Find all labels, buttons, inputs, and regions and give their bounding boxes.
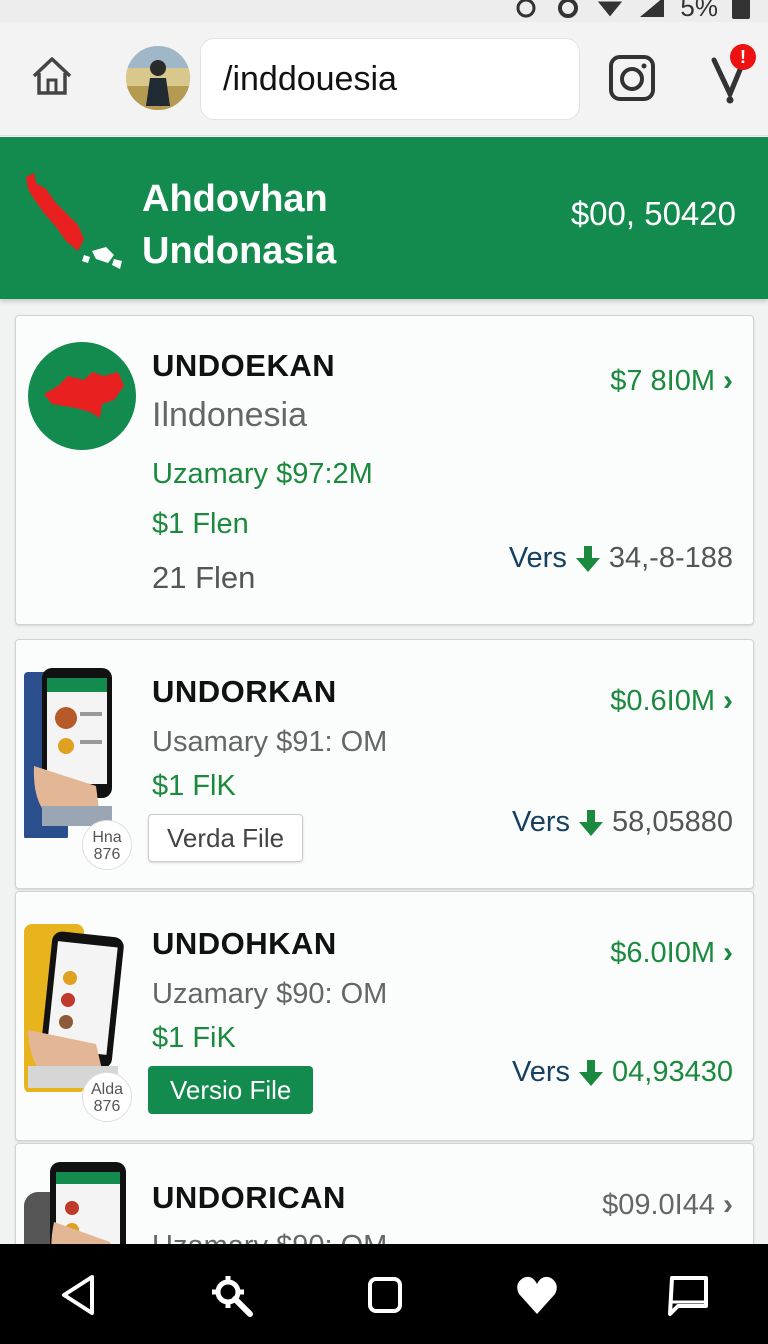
signal-icon: [638, 0, 666, 19]
card-price[interactable]: $6.0I0M ›: [610, 936, 733, 970]
badge-line-2: 876: [93, 1098, 121, 1115]
list-item[interactable]: Hna 876 UNDORKAN Usamary $91: OM $1 FlK …: [15, 639, 754, 889]
home-icon[interactable]: [28, 52, 76, 100]
vers-value: 34,-8-188: [608, 542, 733, 574]
card-summary: Usamary $91: OM: [152, 726, 388, 758]
notification-badge: !: [730, 44, 756, 70]
download-arrow-icon: [573, 544, 603, 574]
price-value: $0.6I0M: [610, 684, 715, 717]
chevron-right-icon: ›: [723, 364, 733, 397]
download-arrow-icon: [576, 808, 606, 838]
card-version: Vers 34,-8-188: [509, 542, 733, 575]
top-bar: /inddouesia !: [0, 22, 768, 136]
search-value: /inddouesia: [223, 59, 397, 98]
price-value: $09.0I44: [602, 1188, 715, 1221]
price-value: $6.0I0M: [610, 936, 715, 969]
battery-percent: 5%: [680, 0, 718, 22]
country-header: Ahdovhan Undonasia $00, 50420: [0, 137, 768, 299]
file-button[interactable]: Verda File: [148, 814, 304, 862]
square-icon[interactable]: [362, 1272, 408, 1318]
card-title: UNDOEKAN: [152, 348, 336, 383]
list-item[interactable]: Alda 876 UNDOHKAN Uzamary $90: OM $1 FiK…: [15, 891, 754, 1141]
search-input[interactable]: /inddouesia: [200, 38, 580, 120]
file-button[interactable]: Versio File: [148, 1066, 314, 1114]
vers-value: 04,93430: [612, 1056, 733, 1088]
title-line-2: Undonasia: [142, 230, 337, 272]
back-icon[interactable]: [56, 1272, 102, 1318]
list-item[interactable]: UNDOEKAN Ilndonesia Uzamary $97:2M $1 Fl…: [15, 315, 754, 625]
bottom-nav: [0, 1244, 768, 1344]
card-version: Vers 04,93430: [512, 1056, 733, 1089]
card-version: Vers 58,05880: [512, 806, 733, 839]
card-line-2: $1 FiK: [152, 1022, 236, 1054]
card-price[interactable]: $7 8I0M ›: [610, 364, 733, 398]
chevron-right-icon: ›: [723, 684, 733, 717]
heart-icon[interactable]: [514, 1272, 560, 1318]
header-amount: $00, 50420: [570, 195, 736, 232]
card-title: UNDORKAN: [152, 674, 337, 709]
product-image: [24, 666, 136, 840]
vers-label: Vers: [508, 542, 567, 574]
card-price[interactable]: $09.0I44 ›: [602, 1188, 733, 1222]
card-summary: Uzamary $97:2M: [152, 458, 373, 490]
card-price[interactable]: $0.6I0M ›: [610, 684, 733, 718]
card-line-2: $1 Flen: [152, 508, 249, 540]
status-badge: Alda 876: [82, 1072, 132, 1122]
settings-search-icon[interactable]: [208, 1272, 254, 1318]
status-icons: 5%: [512, 0, 750, 23]
instagram-icon[interactable]: [606, 52, 658, 104]
battery-icon: [732, 0, 750, 19]
indonesia-map-icon: [22, 155, 124, 279]
card-summary: Uzamary $90: OM: [152, 978, 388, 1010]
price-value: $7 8I0M: [610, 364, 715, 397]
avatar[interactable]: [126, 46, 190, 110]
card-line-2: $1 FlK: [152, 770, 236, 802]
vers-value: 58,05880: [612, 806, 733, 838]
badge-line-1: Hna: [92, 829, 122, 846]
badge-line-2: 876: [93, 846, 121, 863]
status-badge: Hna 876: [82, 820, 132, 870]
card-title: UNDORICAN: [152, 1180, 346, 1215]
alarm-icon: [512, 0, 540, 19]
notification-icon[interactable]: !: [708, 44, 758, 106]
download-arrow-icon: [576, 1058, 606, 1088]
chevron-right-icon: ›: [723, 936, 733, 969]
badge-line-1: Alda: [90, 1081, 124, 1098]
card-title: UNDOHKAN: [152, 926, 337, 961]
card-subtitle: Ilndonesia: [152, 396, 308, 434]
wifi-icon: [596, 0, 624, 19]
sync-icon: [554, 0, 582, 19]
page-title: Ahdovhan Undonasia: [142, 173, 336, 277]
vers-label: Vers: [512, 1056, 571, 1088]
company-logo: [28, 342, 136, 450]
chevron-right-icon: ›: [723, 1188, 733, 1221]
card-line-3: 21 Flen: [152, 560, 256, 595]
chat-icon[interactable]: [666, 1272, 712, 1318]
vers-label: Vers: [512, 806, 571, 838]
product-image: [24, 920, 136, 1094]
status-bar: 5%: [0, 0, 768, 22]
title-line-1: Ahdovhan: [142, 178, 328, 220]
